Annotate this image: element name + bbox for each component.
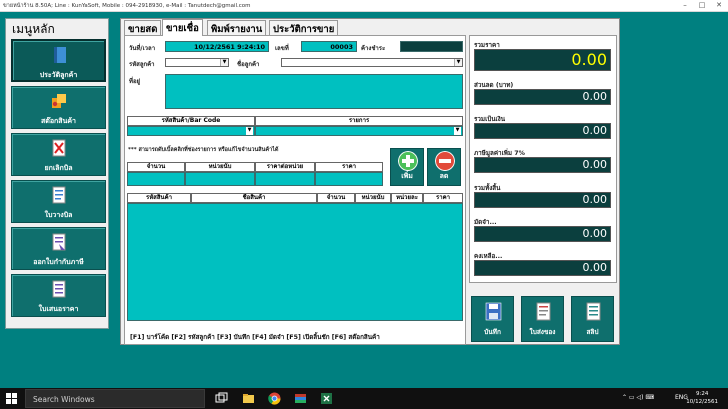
close-icon[interactable]: ✕ [712,1,726,9]
qty-header: จำนวน [127,162,185,172]
task-view-icon[interactable] [215,392,228,405]
price-header: ราคา [315,162,383,172]
customer-book-icon [54,47,66,63]
chrome-icon[interactable] [268,392,281,405]
chevron-down-icon: ▼ [454,127,461,135]
delivery-note-button[interactable]: ใบส่งของ [521,296,564,342]
table-header-per-unit: หน่วยละ [391,193,423,203]
quotation-icon [52,280,66,298]
double-click-note: *** สามารถดับเบิ้ลคลิกที่ช่องรายการ หรือ… [128,147,279,153]
action-buttons: บันทึก ใบส่งของ สลิป [469,285,617,342]
date-label: วันที่/เวลา [129,45,156,52]
address-label: ที่อยู่ [129,78,141,85]
main-menu: เมนูหลัก ประวัติลูกค้า สต๊อกสินค้า ยกเลิ… [5,18,109,329]
window-title: ขายหน้าร้าน 8.50A; Line : KunYaSoft, Mob… [3,3,251,9]
add-item-button[interactable]: เพิ่ม [390,148,424,186]
unit-price-header: ราคาต่อหน่วย [255,162,315,172]
items-table-body[interactable] [127,203,463,321]
remove-item-button[interactable]: ลด [427,148,461,186]
menu-stock-button[interactable]: สต๊อกสินค้า [11,86,106,129]
windows-search-box[interactable]: Search Windows [25,389,205,408]
file-explorer-icon[interactable] [242,392,255,405]
number-label: เลขที่ [275,45,289,52]
menu-cancel-bill-button[interactable]: ยกเลิกบิล [11,133,106,176]
billing-document-icon [52,186,66,204]
total-price-value: 0.00 [474,49,611,71]
unit-price-input[interactable] [255,172,315,186]
deposit-value[interactable]: 0.00 [474,226,611,242]
date-field[interactable]: 10/12/2561 9:24:10 [165,41,269,52]
app-stack-icon[interactable] [294,392,307,405]
unit-input[interactable] [185,172,255,186]
slip-button[interactable]: สลิป [571,296,614,342]
search-placeholder: Search Windows [33,395,95,404]
credit-sale-form: วันที่/เวลา 10/12/2561 9:24:10 เลขที่ 00… [124,35,466,345]
system-clock[interactable]: 9:24 10/12/2561 [686,390,718,406]
unit-header: หน่วยนับ [185,162,255,172]
stock-boxes-icon [52,94,66,108]
windows-taskbar: Search Windows ⌃ ▭ ◁) ⌨ ENG 9:24 10/12/2… [0,388,728,409]
customer-code-label: รหัสลูกค้า [129,61,155,68]
table-header-unit: หน่วยนับ [355,193,391,203]
discount-value[interactable]: 0.00 [474,89,611,105]
keyboard-shortcuts: [F1] บาร์โค้ด [F2] รหัสลูกค้า [F3] บันทึ… [130,334,380,341]
grand-total-value: 0.00 [474,192,611,208]
windows-start-icon[interactable] [6,393,17,404]
customer-name-dropdown[interactable]: ▼ [281,58,463,67]
menu-title: เมนูหลัก [12,22,55,36]
tray-icons[interactable]: ⌃ ▭ ◁) ⌨ [622,394,654,401]
tab-credit-sale[interactable]: ขายเชื่อ [162,19,203,36]
sales-panel: ขายสด ขายเชื่อ พิมพ์รายงาน ประวัติการขาย… [120,18,620,345]
subtotal-value: 0.00 [474,123,611,139]
vat-value: 0.00 [474,157,611,173]
save-button[interactable]: บันทึก [471,296,514,342]
item-header: รายการ [255,116,463,126]
app-window: เมนูหลัก ประวัติลูกค้า สต๊อกสินค้า ยกเลิ… [0,12,728,388]
tax-invoice-icon [52,233,66,251]
maximize-icon[interactable]: □ [695,1,709,9]
plus-icon [398,151,418,171]
table-header-qty: จำนวน [317,193,355,203]
minimize-icon[interactable]: – [678,1,692,9]
qty-input[interactable] [127,172,185,186]
customer-name-label: ชื่อลูกค้า [237,61,260,68]
balance-value: 0.00 [474,260,611,276]
tab-sales-history[interactable]: ประวัติการขาย [269,20,339,35]
number-field[interactable]: 00003 [301,41,357,52]
window-title-bar: ขายหน้าร้าน 8.50A; Line : KunYaSoft, Mob… [0,0,728,12]
table-header-name: ชื่อสินค้า [191,193,317,203]
tab-print-report[interactable]: พิมพ์รายงาน [207,20,267,35]
product-code-header: รหัสสินค้า/Bar Code [127,116,255,126]
minus-icon [435,151,455,171]
item-input[interactable]: ▼ [255,126,463,136]
save-disk-icon [485,302,502,321]
outstanding-field [400,41,463,52]
product-code-input[interactable]: ▼ [127,126,255,136]
menu-tax-invoice-button[interactable]: ออกใบกำกับภาษี [11,227,106,270]
table-header-price: ราคา [423,193,463,203]
address-field[interactable] [165,74,463,109]
customer-code-dropdown[interactable]: ▼ [165,58,229,67]
delivery-note-icon [536,302,551,321]
tab-cash-sale[interactable]: ขายสด [124,20,162,35]
chevron-down-icon: ▼ [220,59,228,66]
cancel-bill-icon [52,139,66,157]
chevron-down-icon: ▼ [454,59,462,66]
slip-receipt-icon [586,302,601,321]
chevron-down-icon: ▼ [246,127,253,135]
excel-icon[interactable] [320,392,333,405]
outstanding-label: ค้างชำระ [361,45,386,52]
menu-quotation-button[interactable]: ใบเสนอราคา [11,274,106,317]
table-header-code: รหัสสินค้า [127,193,191,203]
menu-billing-note-button[interactable]: ใบวางบิล [11,180,106,223]
price-input[interactable] [315,172,383,186]
totals-panel: รวมราคา 0.00 ส่วนลด (บาท) 0.00 รวมเป็นเง… [469,35,617,283]
menu-customer-history-button[interactable]: ประวัติลูกค้า [11,39,106,82]
